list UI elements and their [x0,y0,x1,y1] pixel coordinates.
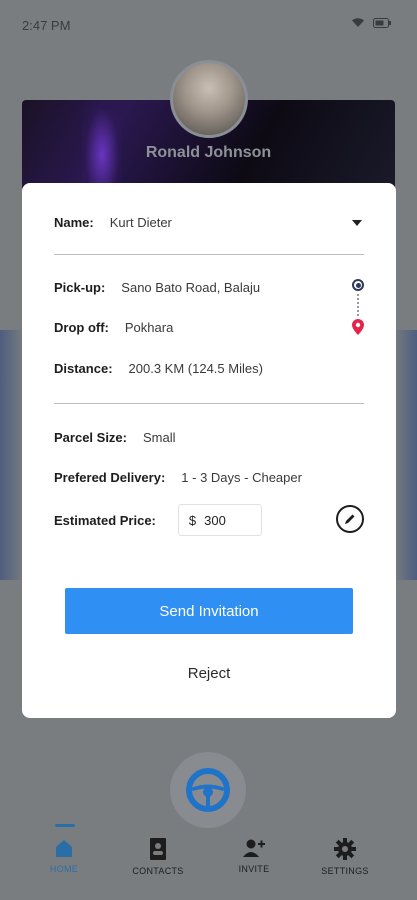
status-bar: 2:47 PM [0,0,417,50]
delivery-row: Prefered Delivery: 1 - 3 Days - Cheaper [54,470,302,485]
pickup-value: Sano Bato Road, Balaju [121,280,261,295]
nav-item-settings[interactable]: SETTINGS [305,820,385,876]
pickup-label: Pick-up: [54,280,106,295]
contacts-icon [150,838,166,860]
wifi-icon [352,18,364,27]
parcel-label: Parcel Size: [54,430,127,445]
invitation-modal: Name: Kurt Dieter Pick-up: Sano Bato Roa… [22,183,396,718]
route-indicator [352,279,364,339]
location-pin-icon [352,319,364,335]
distance-label: Distance: [54,361,113,376]
chevron-down-icon[interactable] [352,220,362,226]
add-user-icon [243,839,265,857]
nav-label-contacts: CONTACTS [132,866,184,876]
nav-item-home[interactable]: HOME [24,820,104,874]
drive-button[interactable] [170,752,246,828]
dropoff-row: Drop off: Pokhara [54,320,173,335]
delivery-value: 1 - 3 Days - Cheaper [181,470,302,485]
parcel-row: Parcel Size: Small [54,430,176,445]
nav-label-settings: SETTINGS [321,866,369,876]
origin-marker-icon [352,279,364,291]
distance-row: Distance: 200.3 KM (124.5 Miles) [54,361,263,376]
pickup-row: Pick-up: Sano Bato Road, Balaju [54,280,260,295]
delivery-label: Prefered Delivery: [54,470,166,485]
battery-icon [373,17,391,28]
parcel-value: Small [143,430,176,445]
status-time: 2:47 PM [22,18,71,33]
profile-name: Ronald Johnson [145,144,272,161]
currency-symbol: $ [188,512,197,528]
nav-item-contacts[interactable]: CONTACTS [118,820,198,876]
nav-label-invite: INVITE [238,864,270,874]
edit-price-button[interactable] [336,505,364,533]
avatar[interactable] [170,60,248,138]
name-value: Kurt Dieter [109,215,172,230]
distance-value: 200.3 KM (124.5 Miles) [128,361,263,376]
reject-button[interactable]: Reject [22,665,396,682]
dropoff-label: Drop off: [54,320,109,335]
pencil-icon [345,514,355,524]
dropoff-value: Pokhara [124,320,174,335]
gear-icon [334,838,356,860]
nav-item-invite[interactable]: INVITE [214,820,294,874]
home-icon [56,840,72,857]
price-row: Estimated Price: $ 300 [54,504,262,536]
bottom-nav: HOME CONTACTS INVITE SETTINGS [0,820,417,900]
price-label: Estimated Price: [54,512,156,528]
route-line [357,294,359,316]
status-icons [351,17,391,28]
divider [54,254,364,255]
send-invitation-button[interactable]: Send Invitation [65,588,353,634]
name-label: Name: [54,215,94,230]
price-value: 300 [204,512,226,528]
steering-wheel-icon [186,768,230,812]
price-input[interactable]: $ 300 [177,504,262,536]
name-row[interactable]: Name: Kurt Dieter [54,215,172,230]
nav-label-home: HOME [49,864,79,874]
divider [54,403,364,404]
